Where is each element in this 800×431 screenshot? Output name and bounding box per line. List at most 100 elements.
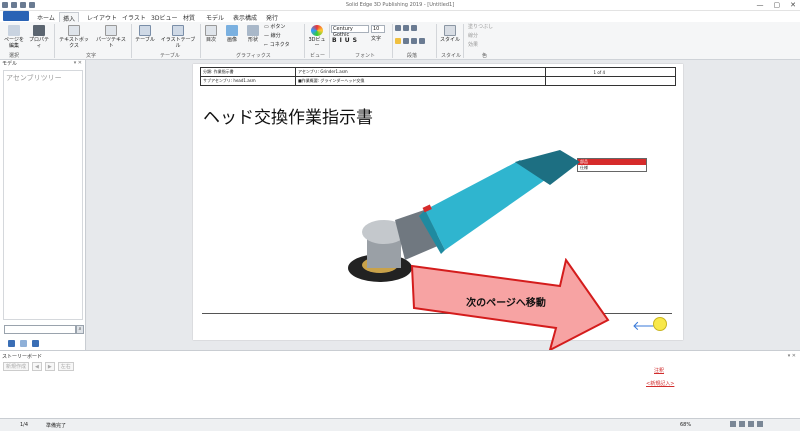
parts-text-button[interactable]: パーツテキスト [95, 25, 127, 49]
connector-button[interactable]: ⌐ コネクタ [264, 42, 304, 48]
edit-page-button[interactable]: ページを 編集 [4, 25, 24, 49]
previous-page-arrow-button[interactable]: 🡐 [632, 320, 667, 333]
parts-icon[interactable] [20, 340, 27, 347]
font-style-buttons[interactable]: BIUS [332, 37, 360, 44]
align-right-icon[interactable] [411, 25, 417, 31]
zoom-out-icon[interactable] [748, 421, 754, 427]
tab-publish[interactable]: 発行 [266, 12, 278, 22]
table-row: 分類: 作業指示書 アセンブリ: Grinder1.asm 1 of 4 [200, 67, 676, 77]
zoom-level[interactable]: 68% [680, 422, 691, 428]
notes-link[interactable]: 注釈 [654, 367, 664, 374]
header-cell[interactable]: ■作業概要: グラインダーヘッド交換 [295, 76, 546, 86]
tab-model[interactable]: モデル [206, 12, 224, 22]
new-slide-button[interactable]: 新規作成 [3, 362, 30, 371]
tab-home[interactable]: ホーム [37, 12, 55, 22]
search-icon[interactable]: ⌕ [76, 325, 84, 334]
font-name-select[interactable]: Century Gothic [331, 25, 369, 38]
line-icon: — [264, 33, 271, 39]
line-label: 線分 [270, 33, 281, 39]
tab-insert[interactable]: 挿入 [59, 12, 80, 23]
paragraph-align-buttons[interactable] [395, 25, 417, 31]
tab-3dview[interactable]: 3Dビュー [151, 12, 177, 22]
shape-label: 形状 [247, 37, 258, 43]
header-cell[interactable]: 分類: 作業指示書 [200, 67, 296, 77]
config-icon[interactable] [32, 340, 39, 347]
header-cell[interactable]: 1 of 4 [545, 67, 676, 77]
prev-slide-button[interactable]: ◀ [32, 362, 42, 371]
align-left-icon[interactable] [395, 25, 401, 31]
group-color-label: 色 [482, 53, 488, 59]
style-label: スタイル [440, 37, 461, 43]
effect-button[interactable]: 効果 [468, 42, 506, 48]
tree-search-input[interactable] [4, 325, 76, 334]
table-label: テーブル [135, 37, 155, 43]
header-cell[interactable]: サブアセンブリ: head1.asm [200, 76, 296, 86]
title-bar: Solid Edge 3D Publishing 2019 - [Untitle… [0, 0, 800, 11]
index-icon [205, 25, 217, 36]
new-note-link[interactable]: <新規記入> [646, 380, 674, 387]
tab-material[interactable]: 材質 [183, 12, 195, 22]
font-size-select[interactable]: 10 [371, 25, 385, 33]
view3d-label: 3Dビュー [308, 37, 326, 49]
button-insert[interactable]: ▭ ボタン [264, 24, 300, 30]
border-button[interactable]: 線分 [468, 33, 506, 39]
minimize-button[interactable]: — [757, 1, 764, 9]
properties-button[interactable]: プロパティ [27, 25, 51, 49]
storyboard-toolbar: 新規作成 ◀ ▶ 左右 [3, 362, 153, 371]
zoom-fit-icon[interactable] [730, 421, 736, 427]
index-label: 目次 [205, 37, 216, 43]
illustration-table-label: イラストテーブル [160, 37, 196, 49]
header-cell[interactable] [545, 76, 676, 86]
assembly-tree[interactable]: アセンブリツリー [3, 70, 83, 320]
tab-illustration[interactable]: イラスト [122, 12, 146, 22]
header-cell[interactable]: アセンブリ: Grinder1.asm [295, 67, 546, 77]
zoom-in-icon[interactable] [739, 421, 745, 427]
style-button[interactable]: スタイル [440, 25, 460, 43]
tab-layout[interactable]: レイアウト [87, 12, 117, 22]
image-button[interactable]: 画像 [224, 25, 240, 43]
paragraph-valign-buttons[interactable] [395, 38, 425, 44]
image-icon [226, 25, 238, 36]
document-header-table: 分類: 作業指示書 アセンブリ: Grinder1.asm 1 of 4 サブア… [200, 67, 676, 86]
shape-button[interactable]: 形状 [245, 25, 261, 43]
status-tools [730, 421, 763, 427]
text-color-label: 文字 [371, 36, 382, 42]
fill-label: 塗りつぶし [468, 24, 494, 30]
view3d-button[interactable]: 3Dビュー [307, 25, 327, 49]
group-graphics-label: グラフィックス [236, 53, 271, 59]
file-menu-button[interactable] [3, 11, 29, 21]
valign-top-icon[interactable] [395, 38, 401, 44]
next-slide-button[interactable]: ▶ [44, 362, 55, 371]
pan-icon[interactable] [757, 421, 763, 427]
panel-pin-button[interactable]: ▾ ✕ [74, 60, 82, 66]
close-button[interactable]: ✕ [790, 1, 796, 9]
valign-bottom-icon[interactable] [411, 38, 417, 44]
align-center-icon[interactable] [403, 25, 409, 31]
storyboard-pin-button[interactable]: ▾ ✕ [788, 353, 796, 359]
illustration-table-button[interactable]: イラストテーブル [159, 25, 197, 49]
status-text: 準備完了 [46, 423, 67, 429]
text-color-button[interactable]: 文字 [371, 36, 391, 42]
textbox-icon [68, 25, 80, 36]
valign-middle-icon[interactable] [403, 38, 409, 44]
properties-icon [33, 25, 45, 36]
justify-icon[interactable] [419, 38, 425, 44]
textbox-label: テキストボックス [59, 37, 89, 49]
document-title[interactable]: ヘッド交換作業指示書 [203, 103, 373, 128]
textbox-button[interactable]: テキストボックス [57, 25, 91, 49]
status-bar: 1/4 準備完了 68% [0, 418, 800, 431]
assembly-icon[interactable] [8, 340, 15, 347]
table-button[interactable]: テーブル [134, 25, 156, 43]
maximize-button[interactable]: ▢ [774, 1, 781, 9]
index-button[interactable]: 目次 [203, 25, 219, 43]
flip-button[interactable]: 左右 [57, 362, 74, 371]
button-label: ボタン [270, 24, 286, 30]
tab-display-config[interactable]: 表示構成 [233, 12, 257, 22]
assembly-tree-root[interactable]: アセンブリツリー [6, 73, 62, 83]
fill-button[interactable]: 塗りつぶし [468, 24, 506, 30]
table-icon [139, 25, 151, 36]
storyboard-panel: ストーリーボード ▾ ✕ [0, 350, 800, 418]
parts-caption-table[interactable]: 部品 仕様 [577, 158, 647, 172]
model-panel-header: モデル [2, 61, 18, 67]
line-button[interactable]: — 線分 [264, 33, 300, 39]
